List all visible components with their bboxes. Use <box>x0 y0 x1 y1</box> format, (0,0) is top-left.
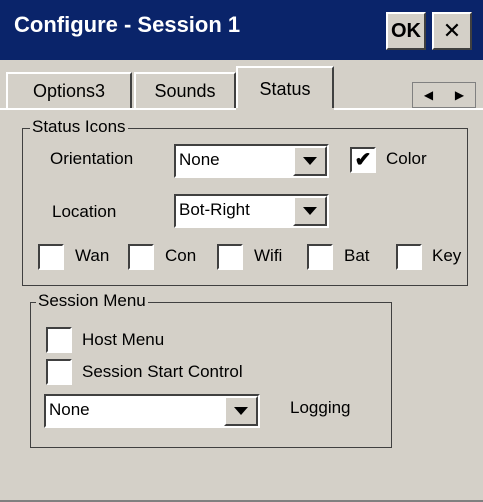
location-combo[interactable]: Bot-Right <box>174 194 329 228</box>
host-menu-label: Host Menu <box>82 330 165 349</box>
orientation-value: None <box>179 150 220 169</box>
location-value: Bot-Right <box>179 200 250 219</box>
wan-checkbox[interactable] <box>38 244 64 270</box>
close-icon: ✕ <box>442 18 462 43</box>
scroll-right-icon[interactable]: ▶ <box>444 83 475 107</box>
orientation-combo[interactable]: None <box>174 144 329 178</box>
wifi-checkbox[interactable] <box>217 244 243 270</box>
bat-checkbox[interactable] <box>307 244 333 270</box>
con-checkbox[interactable] <box>128 244 154 270</box>
session-menu-group-label: Session Menu <box>36 291 148 311</box>
checkmark-icon: ✔ <box>354 149 372 171</box>
active-tab-gap <box>236 108 334 111</box>
chevron-down-icon[interactable] <box>224 396 258 426</box>
session-start-checkbox[interactable] <box>46 359 72 385</box>
logging-label: Logging <box>290 398 351 417</box>
key-label: Key <box>432 246 462 265</box>
wifi-label: Wifi <box>254 246 283 265</box>
tab-status[interactable]: Status <box>236 66 334 110</box>
tab-scroll-control[interactable]: ◀ ▶ <box>412 82 476 108</box>
chevron-down-icon[interactable] <box>293 196 327 226</box>
host-menu-checkbox[interactable] <box>46 327 72 353</box>
ok-button[interactable]: OK <box>386 12 426 50</box>
orientation-label: Orientation <box>50 149 134 168</box>
chevron-down-icon[interactable] <box>293 146 327 176</box>
tab-label: Options3 <box>32 80 106 101</box>
window-title: Configure - Session 1 <box>14 12 241 37</box>
key-checkbox[interactable] <box>396 244 422 270</box>
tab-label: Status <box>259 78 311 99</box>
session-start-label: Session Start Control <box>82 362 243 381</box>
logging-value: None <box>49 400 90 419</box>
logging-combo[interactable]: None <box>44 394 260 428</box>
tab-options3[interactable]: Options3 <box>6 72 132 108</box>
status-icons-group-label: Status Icons <box>30 117 128 137</box>
color-checkbox[interactable]: ✔ <box>350 147 376 173</box>
scroll-left-icon[interactable]: ◀ <box>413 83 444 107</box>
location-label: Location <box>52 202 117 221</box>
con-label: Con <box>165 246 197 265</box>
wan-label: Wan <box>75 246 110 265</box>
color-label: Color <box>386 149 427 168</box>
bat-label: Bat <box>344 246 370 265</box>
close-button[interactable]: ✕ <box>432 12 472 50</box>
tab-label: Sounds <box>154 80 216 101</box>
tab-sounds[interactable]: Sounds <box>134 72 236 108</box>
